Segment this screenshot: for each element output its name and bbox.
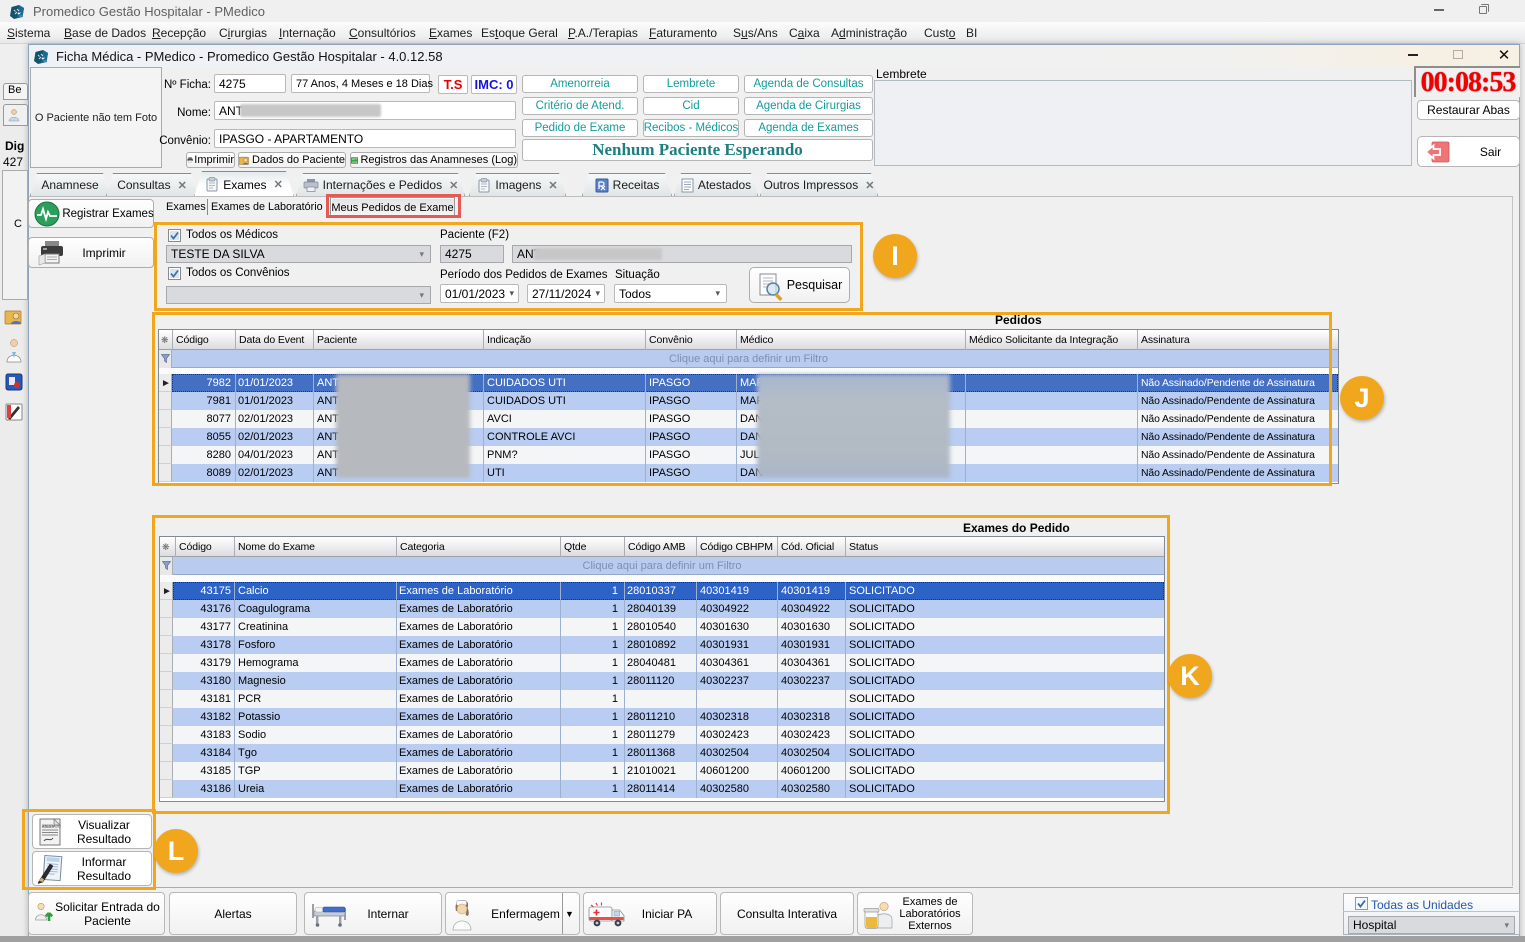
svg-text:LOG: LOG	[352, 161, 357, 164]
